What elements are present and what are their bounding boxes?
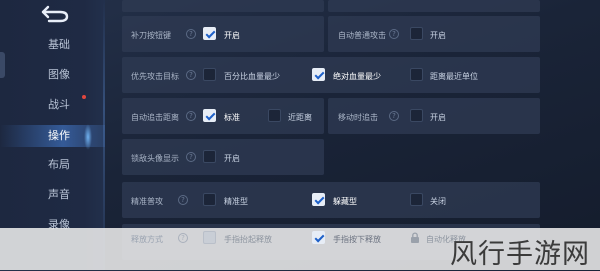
help-icon[interactable]: ? — [186, 70, 196, 80]
sidebar-item-label: 布局 — [48, 158, 70, 171]
help-icon[interactable]: ? — [186, 152, 196, 162]
sidebar-item-label: 基础 — [48, 38, 70, 51]
setting-label: 自动追击距离 — [131, 113, 179, 122]
option-label: 开启 — [224, 154, 240, 163]
target-priority-percent-hp-checkbox[interactable] — [203, 68, 216, 81]
settings-panel-top-left — [122, 0, 324, 12]
move-chase-checkbox[interactable] — [410, 109, 423, 122]
sidebar-item-label: 战斗 — [48, 98, 70, 111]
notification-badge — [82, 95, 86, 99]
option-label: 开启 — [430, 31, 446, 40]
precise-attack-off-checkbox[interactable] — [410, 193, 423, 206]
target-priority-nearest-checkbox[interactable] — [410, 68, 423, 81]
option-label: 距离最近单位 — [430, 72, 478, 81]
option-label: 手指按下释放 — [333, 235, 381, 244]
lock-avatar-checkbox[interactable] — [203, 150, 216, 163]
watermark-text: 风行手游网 — [450, 239, 590, 270]
settings-panel-top-right — [328, 0, 540, 12]
sidebar-item-layout[interactable]: 布局 — [0, 154, 105, 176]
sidebar-item-graphics[interactable]: 图像 — [0, 64, 105, 86]
setting-label: 释放方式 — [131, 235, 163, 244]
help-icon[interactable]: ? — [389, 29, 399, 39]
precise-attack-precise-checkbox[interactable] — [203, 193, 216, 206]
option-label: 手指抬起释放 — [224, 235, 272, 244]
last-hit-toggle-checkbox[interactable] — [203, 27, 216, 40]
sidebar-item-label: 图像 — [48, 68, 70, 81]
option-label: 关闭 — [430, 197, 446, 206]
lock-icon — [411, 232, 419, 243]
setting-label: 自动普通攻击 — [338, 31, 386, 40]
sidebar-item-label: 声音 — [48, 188, 70, 201]
option-label: 开启 — [224, 31, 240, 40]
precise-attack-hide-checkbox[interactable] — [312, 193, 325, 206]
help-icon[interactable]: ? — [178, 195, 188, 205]
help-icon[interactable]: ? — [389, 111, 399, 121]
setting-label: 锁敌头像显示 — [131, 154, 179, 163]
chase-distance-standard-checkbox[interactable] — [203, 109, 216, 122]
sidebar-item-label: 操作 — [48, 129, 70, 142]
back-arrow-icon[interactable] — [40, 4, 70, 24]
setting-label: 精准普攻 — [131, 197, 163, 206]
auto-attack-checkbox[interactable] — [410, 27, 423, 40]
help-icon[interactable]: ? — [186, 29, 196, 39]
help-icon[interactable]: ? — [178, 233, 188, 243]
sidebar-item-sound[interactable]: 声音 — [0, 184, 105, 206]
setting-label: 补刀按钮键 — [131, 31, 171, 40]
release-finger-up-checkbox[interactable] — [203, 231, 216, 244]
option-label: 近距离 — [288, 113, 312, 122]
setting-label: 优先攻击目标 — [131, 72, 179, 81]
option-label: 躲藏型 — [333, 197, 357, 206]
option-label: 绝对血量最少 — [333, 72, 381, 81]
target-priority-absolute-hp-checkbox[interactable] — [312, 68, 325, 81]
sidebar-item-basic[interactable]: 基础 — [0, 34, 105, 56]
chase-distance-close-checkbox[interactable] — [268, 109, 281, 122]
option-label: 标准 — [224, 113, 240, 122]
option-label: 百分比血量最少 — [224, 72, 280, 81]
setting-label: 移动时追击 — [338, 113, 378, 122]
option-label: 开启 — [430, 113, 446, 122]
sidebar-item-combat[interactable]: 战斗 — [0, 94, 105, 116]
release-finger-down-checkbox[interactable] — [312, 231, 325, 244]
active-indicator — [84, 124, 92, 150]
help-icon[interactable]: ? — [186, 111, 196, 121]
option-label: 精准型 — [224, 197, 248, 206]
